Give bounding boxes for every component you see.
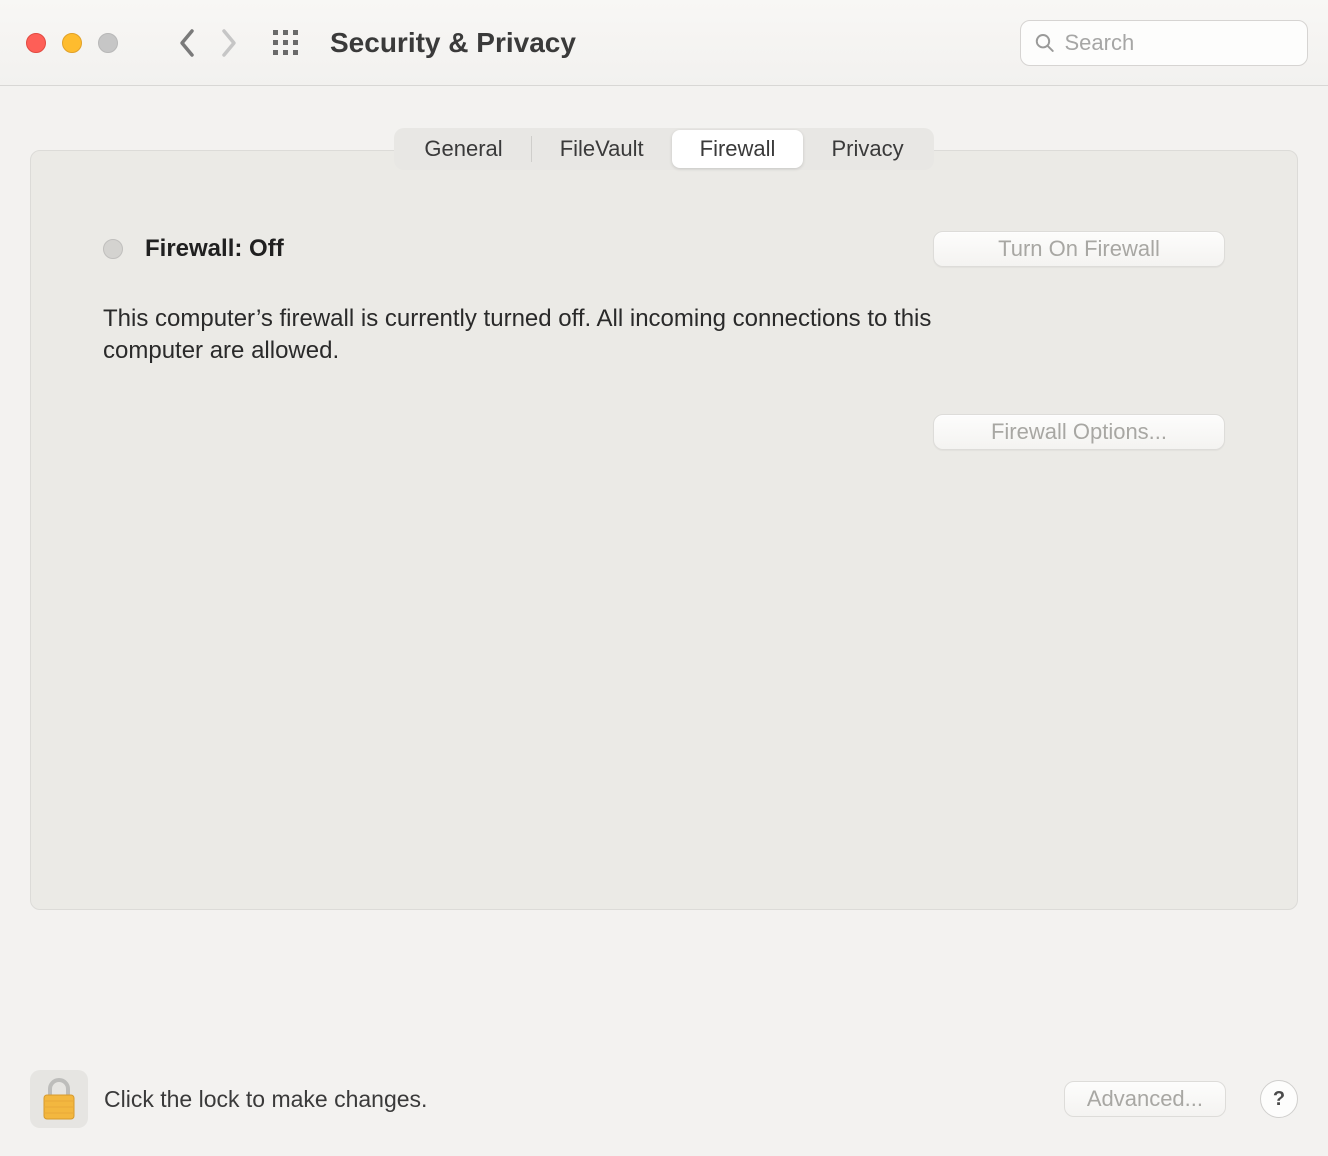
minimize-window-button[interactable]: [62, 33, 82, 53]
tab-privacy[interactable]: Privacy: [803, 130, 931, 168]
search-icon: [1035, 32, 1054, 54]
firewall-status-indicator-icon: [103, 239, 123, 259]
turn-on-firewall-button[interactable]: Turn On Firewall: [933, 231, 1225, 267]
main-content: General FileVault Firewall Privacy Firew…: [0, 86, 1328, 910]
show-all-button[interactable]: [272, 29, 300, 57]
tab-general[interactable]: General: [396, 130, 530, 168]
advanced-button[interactable]: Advanced...: [1064, 1081, 1226, 1117]
lock-hint-label: Click the lock to make changes.: [104, 1086, 427, 1113]
back-button[interactable]: [168, 23, 208, 63]
tab-firewall[interactable]: Firewall: [672, 130, 804, 168]
lock-button[interactable]: [30, 1070, 88, 1128]
firewall-panel: Firewall: Off Turn On Firewall This comp…: [30, 150, 1298, 910]
search-field[interactable]: [1020, 20, 1308, 66]
toolbar: Security & Privacy: [0, 0, 1328, 86]
chevron-left-icon: [178, 28, 198, 58]
search-input[interactable]: [1064, 30, 1293, 56]
grid-icon: [272, 29, 300, 57]
close-window-button[interactable]: [26, 33, 46, 53]
footer: Click the lock to make changes. Advanced…: [0, 1048, 1328, 1156]
firewall-options-button[interactable]: Firewall Options...: [933, 414, 1225, 450]
tab-filevault[interactable]: FileVault: [532, 130, 672, 168]
firewall-status-label: Firewall: Off: [145, 235, 284, 263]
lock-icon: [40, 1077, 78, 1121]
chevron-right-icon: [218, 28, 238, 58]
forward-button: [208, 23, 248, 63]
tab-bar: General FileVault Firewall Privacy: [30, 128, 1298, 170]
zoom-window-button[interactable]: [98, 33, 118, 53]
window-controls: [26, 33, 118, 53]
help-icon: ?: [1273, 1088, 1285, 1111]
page-title: Security & Privacy: [330, 27, 576, 59]
firewall-description: This computer’s firewall is currently tu…: [103, 303, 963, 368]
help-button[interactable]: ?: [1260, 1080, 1298, 1118]
